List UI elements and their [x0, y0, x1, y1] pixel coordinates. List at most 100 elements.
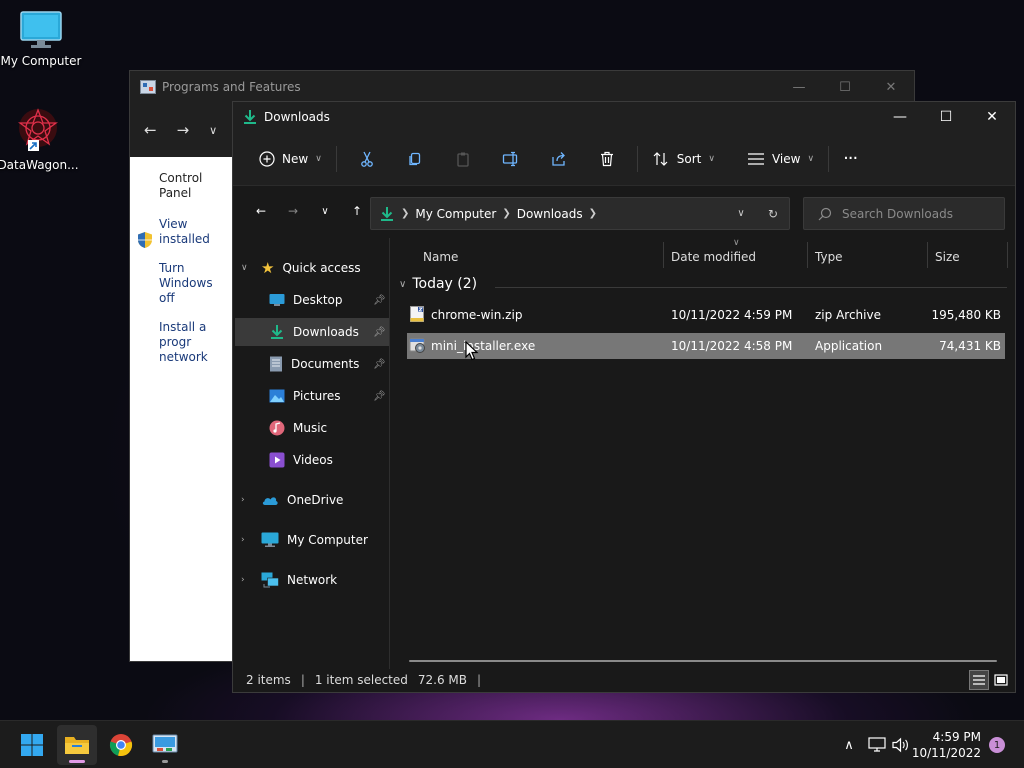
column-header-size[interactable]: Size — [935, 246, 960, 268]
taskbar: ∧ 4:59 PM 10/11/2022 1 — [0, 720, 1024, 768]
column-divider[interactable] — [807, 242, 808, 268]
chevron-down-icon: ∨ — [807, 153, 815, 164]
forward-arrow-icon[interactable]: → — [177, 121, 190, 139]
nav-quick-access[interactable]: ∨ ★ Quick access — [241, 254, 389, 282]
nav-my-computer[interactable]: › My Computer — [241, 526, 389, 554]
chevron-down-icon: ∨ — [708, 153, 715, 164]
control-panel-icon — [140, 80, 156, 94]
pin-icon[interactable]: 📌︎ — [373, 359, 386, 370]
details-view-button[interactable] — [969, 670, 989, 690]
desktop-icon-label: My Computer — [0, 54, 82, 68]
pin-icon[interactable]: 📌︎ — [373, 391, 386, 402]
taskbar-chrome[interactable] — [101, 725, 141, 765]
breadcrumb-my-computer[interactable]: My Computer — [415, 207, 496, 221]
file-row-selected[interactable]: mini_installer.exe 10/11/2022 4:58 PM Ap… — [407, 333, 1005, 359]
column-header-name[interactable]: Name — [423, 246, 458, 268]
sort-button[interactable]: Sort ∨ — [644, 143, 723, 175]
view-installed-updates-link[interactable]: View installed — [159, 217, 234, 247]
paste-button[interactable] — [439, 143, 487, 175]
pin-icon[interactable]: 📌︎ — [373, 327, 386, 338]
notification-badge[interactable]: 1 — [989, 737, 1005, 753]
nav-item-desktop[interactable]: Desktop 📌︎ — [269, 286, 389, 314]
search-input[interactable] — [842, 206, 992, 221]
group-header-today[interactable]: ∨ Today (2) — [399, 276, 1007, 292]
nav-item-pictures[interactable]: Pictures 📌︎ — [269, 382, 389, 410]
desktop-icon-datawagon[interactable]: DataWagon... — [0, 106, 79, 172]
volume-tray-icon[interactable] — [889, 721, 913, 768]
address-history-chevron-icon[interactable]: ∨ — [725, 208, 757, 219]
chevron-right-icon[interactable]: › — [241, 575, 253, 585]
close-button[interactable]: ✕ — [969, 102, 1015, 132]
minimize-button[interactable]: — — [776, 80, 822, 95]
view-button[interactable]: View ∨ — [739, 143, 822, 175]
nav-item-music[interactable]: Music — [269, 414, 389, 442]
nav-network[interactable]: › Network — [241, 566, 389, 594]
nav-item-downloads[interactable]: Downloads 📌︎ — [235, 318, 389, 346]
maximize-button[interactable]: ☐ — [923, 102, 969, 132]
chevron-down-icon[interactable]: ∨ — [399, 279, 406, 290]
taskbar-control-panel[interactable] — [145, 725, 185, 765]
chevron-right-icon[interactable]: › — [241, 495, 253, 505]
large-icons-view-button[interactable] — [991, 670, 1011, 690]
file-type: Application — [815, 339, 883, 353]
share-button[interactable] — [535, 143, 583, 175]
back-arrow-icon[interactable]: ← — [245, 196, 277, 226]
nav-item-videos[interactable]: Videos — [269, 446, 389, 474]
rename-button[interactable] — [487, 143, 535, 175]
close-button[interactable]: ✕ — [868, 80, 914, 95]
active-app-indicator — [69, 760, 85, 763]
chevron-right-icon[interactable]: › — [241, 535, 253, 545]
chevron-right-icon[interactable]: ❯ — [589, 208, 597, 219]
breadcrumb-downloads[interactable]: Downloads — [517, 207, 583, 221]
list-view-icon — [747, 152, 764, 165]
taskbar-file-explorer[interactable] — [57, 725, 97, 765]
status-bar: 2 items | 1 item selected 72.6 MB | — [233, 668, 1015, 692]
back-arrow-icon[interactable]: ← — [144, 121, 157, 139]
refresh-icon[interactable]: ↻ — [757, 207, 789, 221]
minimize-button[interactable]: — — [877, 102, 923, 132]
turn-windows-features-link[interactable]: Turn Windows off — [159, 261, 234, 306]
show-hidden-icons-button[interactable]: ∧ — [838, 721, 860, 768]
pf-titlebar[interactable]: Programs and Features — ☐ ✕ — [130, 71, 914, 103]
file-row[interactable]: chrome-win.zip 10/11/2022 4:59 PM zip Ar… — [407, 302, 1005, 328]
system-clock[interactable]: 4:59 PM 10/11/2022 — [912, 729, 981, 761]
datawagon-logo-icon — [18, 108, 58, 151]
search-box[interactable] — [803, 197, 1005, 230]
forward-arrow-icon[interactable]: → — [277, 196, 309, 226]
pin-icon[interactable]: 📌︎ — [373, 295, 386, 306]
column-header-date-modified[interactable]: Date modified — [671, 246, 756, 268]
horizontal-scrollbar[interactable] — [409, 660, 997, 662]
file-type: zip Archive — [815, 308, 881, 322]
rename-icon — [502, 151, 517, 166]
chevron-right-icon: ❯ — [401, 208, 410, 219]
delete-button[interactable] — [583, 143, 631, 175]
explorer-titlebar[interactable]: Downloads — ☐ ✕ — [233, 102, 1015, 132]
recent-locations-chevron-icon[interactable]: ∨ — [309, 196, 341, 226]
install-program-link[interactable]: Install a progr network — [159, 320, 234, 365]
new-button[interactable]: New ∨ — [251, 143, 330, 175]
copy-button[interactable] — [391, 143, 439, 175]
column-divider[interactable] — [1007, 242, 1008, 268]
more-options-button[interactable]: ··· — [835, 143, 865, 175]
view-toggle — [969, 670, 1011, 690]
network-tray-icon[interactable] — [865, 721, 889, 768]
start-button[interactable] — [12, 725, 52, 765]
chevron-down-icon[interactable]: ∨ — [241, 263, 253, 273]
address-bar[interactable]: ❯ My Computer ❯ Downloads ❯ ∨ ↻ — [370, 197, 790, 230]
maximize-button[interactable]: ☐ — [822, 80, 868, 95]
control-panel-icon — [152, 734, 178, 753]
desktop-icon-my-computer[interactable]: My Computer — [0, 10, 82, 68]
column-divider[interactable] — [663, 242, 664, 268]
file-explorer-window[interactable]: Downloads — ☐ ✕ New ∨ Sort ∨ View ∨ ··· … — [232, 101, 1016, 693]
status-divider: | — [477, 673, 482, 687]
cut-button[interactable] — [343, 143, 391, 175]
column-header-type[interactable]: Type — [815, 246, 843, 268]
chevron-down-icon[interactable]: ∨ — [209, 124, 217, 137]
column-divider[interactable] — [927, 242, 928, 268]
up-arrow-icon[interactable]: ↑ — [341, 196, 373, 226]
control-panel-link[interactable]: Control Panel — [159, 171, 234, 201]
downloads-icon — [271, 325, 283, 339]
desktop-icon-label: DataWagon... — [0, 158, 79, 172]
nav-onedrive[interactable]: › OneDrive — [241, 486, 389, 514]
nav-item-documents[interactable]: Documents 📌︎ — [269, 350, 389, 378]
